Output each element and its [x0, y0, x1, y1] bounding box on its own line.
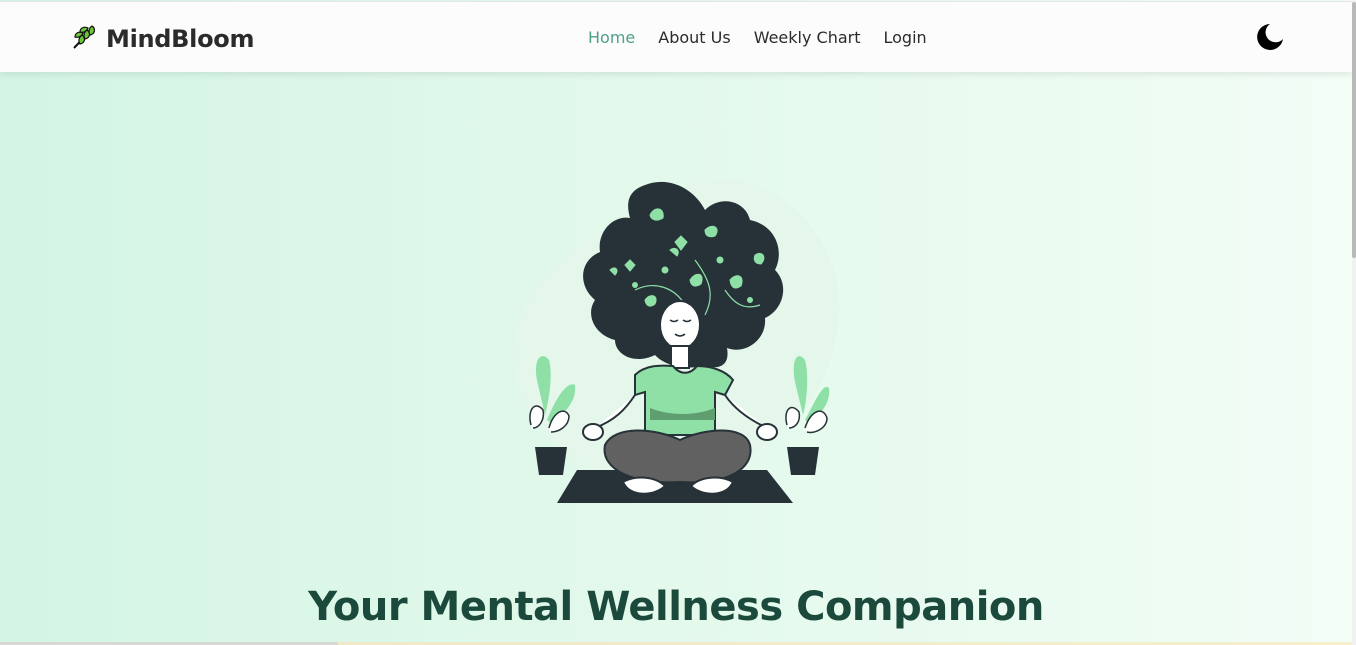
- moon-icon: [1256, 24, 1284, 55]
- brand[interactable]: MindBloom: [70, 22, 254, 56]
- brand-name: MindBloom: [106, 25, 255, 53]
- nav-links: Home About Us Weekly Chart Login: [588, 28, 950, 47]
- theme-toggle-button[interactable]: [1256, 23, 1284, 51]
- nav-home[interactable]: Home: [588, 28, 635, 47]
- hero-headline: Your Mental Wellness Companion: [308, 584, 1044, 630]
- leaf-icon: [70, 23, 98, 55]
- nav-about-us[interactable]: About Us: [658, 28, 730, 47]
- navbar: MindBloom Home About Us Weekly Chart Log…: [0, 1, 1352, 72]
- nav-weekly-chart[interactable]: Weekly Chart: [754, 28, 861, 47]
- nav-login[interactable]: Login: [884, 28, 927, 47]
- scrollbar-thumb[interactable]: [1352, 2, 1356, 258]
- scrollbar[interactable]: [1352, 0, 1356, 645]
- meditating-woman-illustration: [505, 170, 850, 510]
